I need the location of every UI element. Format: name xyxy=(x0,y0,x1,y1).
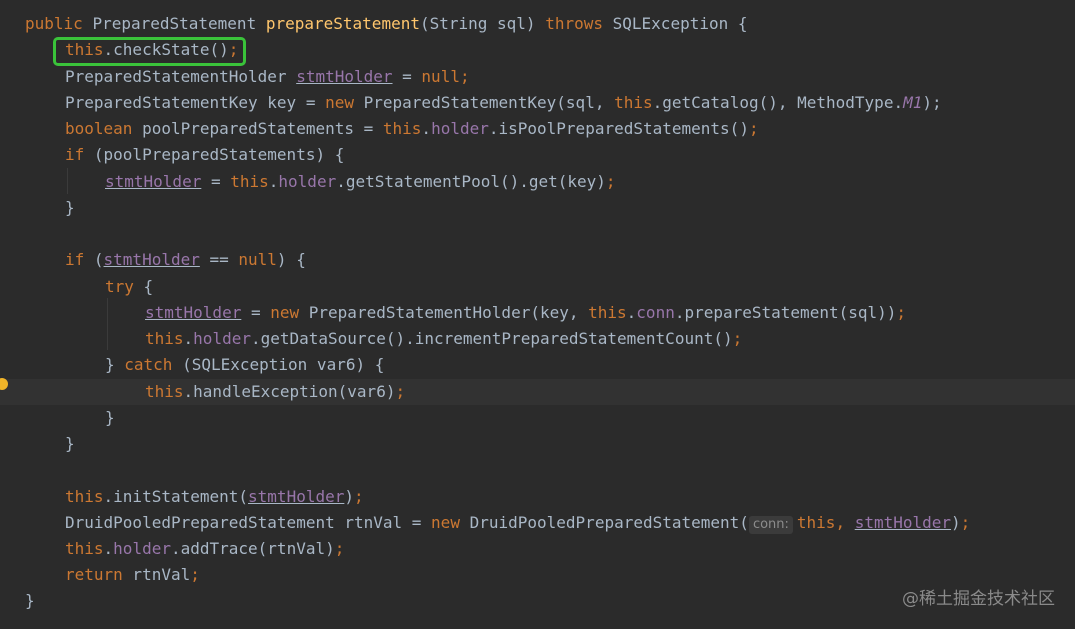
highlight-box xyxy=(53,37,246,66)
code-line-14[interactable]: } catch (SQLException var6) { xyxy=(0,352,1075,378)
code-line-4[interactable]: PreparedStatementKey key = new PreparedS… xyxy=(0,90,1075,116)
code-line-7[interactable]: stmtHolder = this.holder.getStatementPoo… xyxy=(0,169,1075,195)
code-line-20[interactable]: DruidPooledPreparedStatement rtnVal = ne… xyxy=(0,510,1075,536)
code-line-6[interactable]: if (poolPreparedStatements) { xyxy=(0,142,1075,168)
code-line-19[interactable]: this.initStatement(stmtHolder); xyxy=(0,484,1075,510)
code-line-12[interactable]: stmtHolder = new PreparedStatementHolder… xyxy=(0,300,1075,326)
code-line-3[interactable]: PreparedStatementHolder stmtHolder = nul… xyxy=(0,64,1075,90)
code-line-5[interactable]: boolean poolPreparedStatements = this.ho… xyxy=(0,116,1075,142)
code-line-13[interactable]: this.holder.getDataSource().incrementPre… xyxy=(0,326,1075,352)
code-line-16[interactable]: } xyxy=(0,405,1075,431)
watermark: @稀土掘金技术社区 xyxy=(902,589,1055,609)
code-line-10[interactable]: if (stmtHolder == null) { xyxy=(0,247,1075,273)
code-line-8[interactable]: } xyxy=(0,195,1075,221)
parameter-hint: conn: xyxy=(748,516,793,534)
code-line-15-current[interactable]: this.handleException(var6); xyxy=(0,379,1075,405)
code-line-1[interactable]: public PreparedStatement prepareStatemen… xyxy=(0,11,1075,37)
code-line-21[interactable]: this.holder.addTrace(rtnVal); xyxy=(0,536,1075,562)
code-line-11[interactable]: try { xyxy=(0,274,1075,300)
code-editor[interactable]: public PreparedStatement prepareStatemen… xyxy=(0,0,1075,629)
code-line-17[interactable]: } xyxy=(0,431,1075,457)
